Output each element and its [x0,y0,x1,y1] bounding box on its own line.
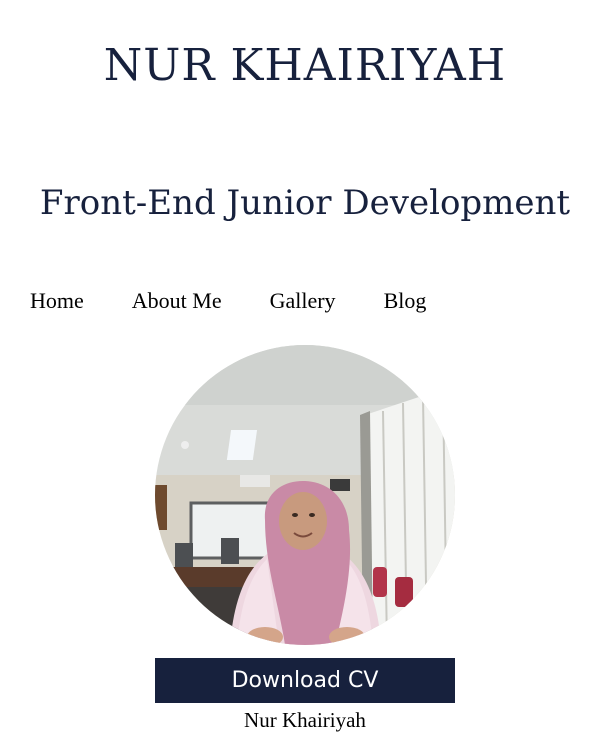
download-cv-button[interactable]: Download CV [155,658,455,703]
profile-photo [155,345,455,645]
nav-link-blog[interactable]: Blog [384,288,427,314]
nav-link-home[interactable]: Home [30,288,84,314]
page-subtitle: Front-End Junior Development [39,183,571,223]
profile-caption: Nur Khairiyah [244,708,366,732]
profile-photo-illustration [155,345,455,645]
site-title: NUR KHAIRIYAH [103,40,507,91]
main-nav: Home About Me Gallery Blog [30,288,474,314]
nav-link-about-me[interactable]: About Me [132,288,222,314]
nav-link-gallery[interactable]: Gallery [270,288,336,314]
